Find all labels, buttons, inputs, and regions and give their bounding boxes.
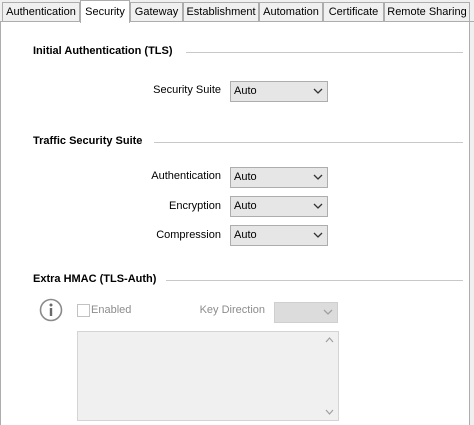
- enabled-label: Enabled: [91, 304, 132, 316]
- compression-value: Auto: [234, 229, 257, 241]
- chevron-down-icon: [323, 309, 333, 315]
- tab-authentication[interactable]: Authentication: [2, 2, 80, 22]
- tab-automation[interactable]: Automation: [259, 2, 323, 22]
- chevron-down-icon: [313, 203, 323, 209]
- initial-auth-divider: [186, 52, 463, 53]
- tab-certificate[interactable]: Certificate: [323, 2, 384, 22]
- initial-auth-group-title: Initial Authentication (TLS): [33, 45, 173, 57]
- hmac-divider: [166, 280, 463, 281]
- encryption-select[interactable]: Auto: [230, 196, 328, 217]
- compression-label: Compression: [156, 229, 221, 241]
- chevron-down-icon: [313, 88, 323, 94]
- key-direction-select[interactable]: [274, 302, 338, 323]
- scroll-up-arrow-icon[interactable]: [325, 337, 334, 343]
- tab-strip: Authentication Security Gateway Establis…: [0, 0, 474, 23]
- tab-security[interactable]: Security: [80, 0, 130, 23]
- tab-gateway[interactable]: Gateway: [130, 2, 183, 22]
- traffic-divider: [154, 142, 463, 143]
- authentication-value: Auto: [234, 171, 257, 183]
- security-suite-value: Auto: [234, 85, 257, 97]
- key-direction-label: Key Direction: [199, 304, 265, 316]
- security-suite-select[interactable]: Auto: [230, 81, 328, 102]
- enabled-checkbox[interactable]: [77, 304, 90, 317]
- info-circle-icon: [39, 298, 63, 322]
- textarea-scrollbar[interactable]: [321, 332, 338, 420]
- compression-select[interactable]: Auto: [230, 225, 328, 246]
- authentication-label: Authentication: [151, 170, 221, 182]
- encryption-value: Auto: [234, 200, 257, 212]
- authentication-select[interactable]: Auto: [230, 167, 328, 188]
- traffic-group-title: Traffic Security Suite: [33, 135, 143, 147]
- encryption-label: Encryption: [169, 200, 221, 212]
- chevron-down-icon: [313, 174, 323, 180]
- chevron-down-icon: [313, 232, 323, 238]
- security-suite-label: Security Suite: [153, 84, 221, 96]
- tab-establishment[interactable]: Establishment: [183, 2, 259, 22]
- tls-auth-key-textarea[interactable]: [77, 331, 339, 421]
- hmac-group-title: Extra HMAC (TLS-Auth): [33, 273, 157, 285]
- tab-remote-sharing[interactable]: Remote Sharing: [384, 2, 470, 22]
- scroll-down-arrow-icon[interactable]: [325, 409, 334, 415]
